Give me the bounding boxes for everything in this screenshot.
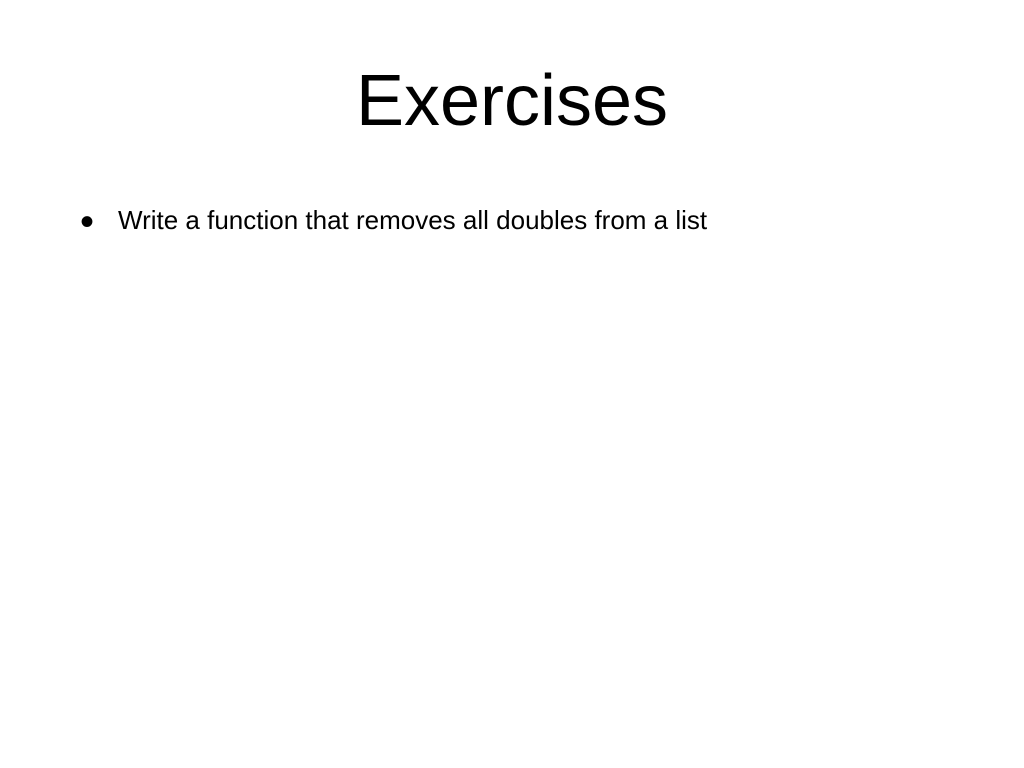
slide-title: Exercises — [60, 60, 964, 142]
bullet-list: • Write a function that removes all doub… — [60, 202, 964, 238]
slide-container: Exercises • Write a function that remove… — [0, 0, 1024, 768]
bullet-text: Write a function that removes all double… — [118, 202, 964, 238]
bullet-icon: • — [80, 210, 94, 234]
list-item: • Write a function that removes all doub… — [80, 202, 964, 238]
